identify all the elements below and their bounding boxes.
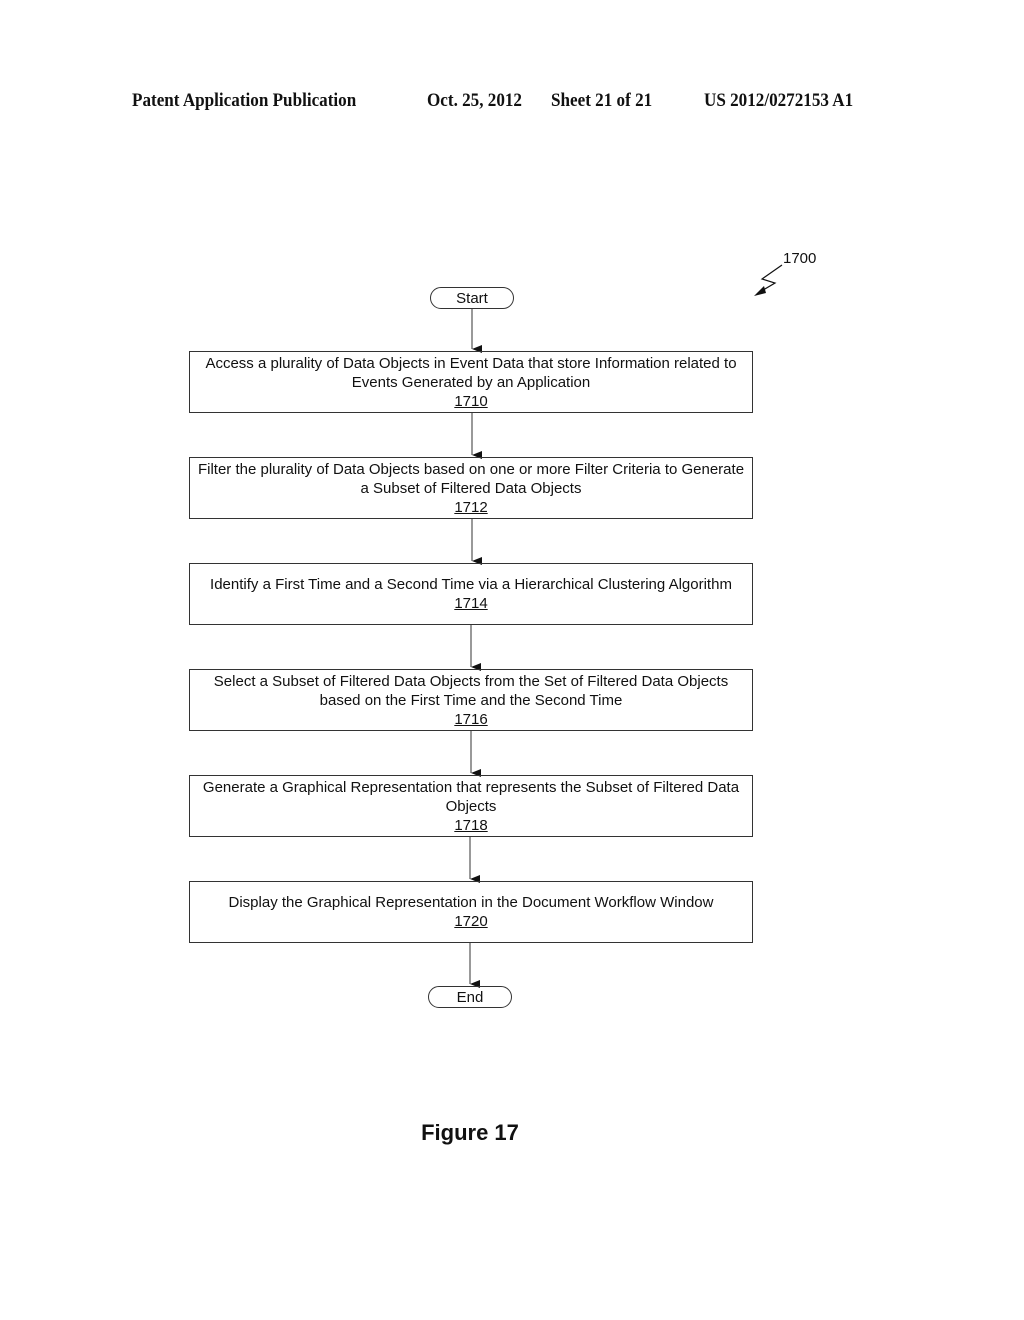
step-ref: 1712 — [454, 498, 488, 516]
step-ref: 1720 — [454, 913, 488, 930]
step-1712: Filter the plurality of Data Objects bas… — [189, 457, 753, 519]
step-ref: 1710 — [454, 392, 488, 410]
step-ref: 1714 — [454, 595, 488, 612]
step-1714: Identify a First Time and a Second Time … — [189, 563, 753, 625]
step-ref: 1718 — [454, 816, 488, 834]
reference-leader-arrowhead — [754, 286, 766, 296]
step-1716: Select a Subset of Filtered Data Objects… — [189, 669, 753, 731]
figure-label: Figure 17 — [421, 1120, 519, 1145]
step-1718: Generate a Graphical Representation that… — [189, 775, 753, 837]
step-text: Filter the plurality of Data Objects bas… — [197, 460, 745, 497]
step-text: Access a plurality of Data Objects in Ev… — [205, 354, 737, 391]
step-text: Select a Subset of Filtered Data Objects… — [213, 672, 729, 709]
step-ref: 1716 — [454, 710, 488, 728]
step-text: Display the Graphical Representation in … — [228, 894, 714, 911]
step-text: Generate a Graphical Representation that… — [202, 778, 740, 815]
step-1710: Access a plurality of Data Objects in Ev… — [189, 351, 753, 413]
end-terminal: End — [428, 986, 512, 1008]
step-1720: Display the Graphical Representation in … — [189, 881, 753, 943]
start-terminal: Start — [430, 287, 514, 309]
step-text: Identify a First Time and a Second Time … — [210, 576, 732, 593]
